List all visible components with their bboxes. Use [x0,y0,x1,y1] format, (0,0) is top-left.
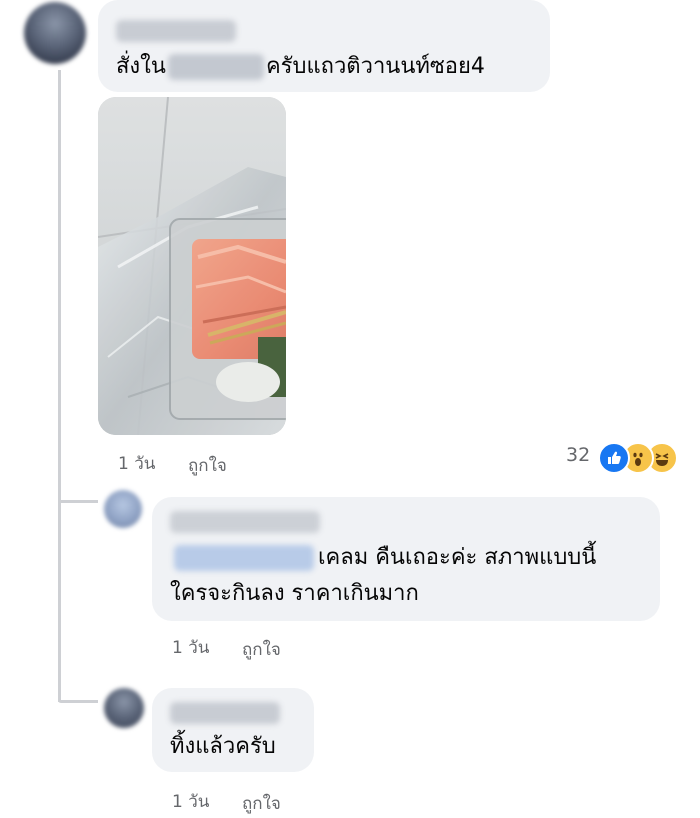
like-icon [598,442,630,474]
comment-meta: 1 วัน ถูกใจ [172,788,372,815]
author-name-blurred[interactable] [170,702,280,724]
author-name-blurred[interactable] [116,20,236,42]
like-link[interactable]: ถูกใจ [188,452,227,479]
comment-text-line-2: ใครจะกินลง ราคาเกินมาก [170,581,419,606]
mention-blurred[interactable] [167,54,264,80]
comment-meta: 1 วัน ถูกใจ [118,450,318,477]
thread-line-vertical [58,70,61,702]
timestamp[interactable]: 1 วัน [172,634,209,661]
avatar[interactable] [24,2,86,64]
timestamp[interactable]: 1 วัน [118,450,155,477]
avatar[interactable] [104,688,144,728]
comment-text-line-1: เคลม คืนเถอะค่ะ สภาพแบบนี้ [318,545,597,570]
comment-text: ทิ้งแล้วครับ [170,734,276,759]
mention-blurred[interactable] [174,545,314,571]
comment-bubble: เคลม คืนเถอะค่ะ สภาพแบบนี้ ใครจะกินลง รา… [152,497,660,621]
attached-food-photo[interactable] [98,97,286,435]
thread-line-branch-1 [58,500,98,503]
comment-meta: 1 วัน ถูกใจ [172,634,372,661]
food-photo-image [98,97,286,435]
timestamp[interactable]: 1 วัน [172,788,209,815]
comment-text: สั่งใน ครับแถวติวานนท์ซอย4 [116,54,485,80]
comment-bubble: ทิ้งแล้วครับ [152,688,314,772]
avatar[interactable] [104,490,142,528]
like-link[interactable]: ถูกใจ [242,636,281,663]
like-link[interactable]: ถูกใจ [242,790,281,817]
comment-bubble: สั่งใน ครับแถวติวานนท์ซอย4 [98,0,550,92]
author-name-blurred[interactable] [170,511,320,533]
reaction-count: 32 [566,444,591,466]
thread-line-branch-2 [58,700,98,703]
